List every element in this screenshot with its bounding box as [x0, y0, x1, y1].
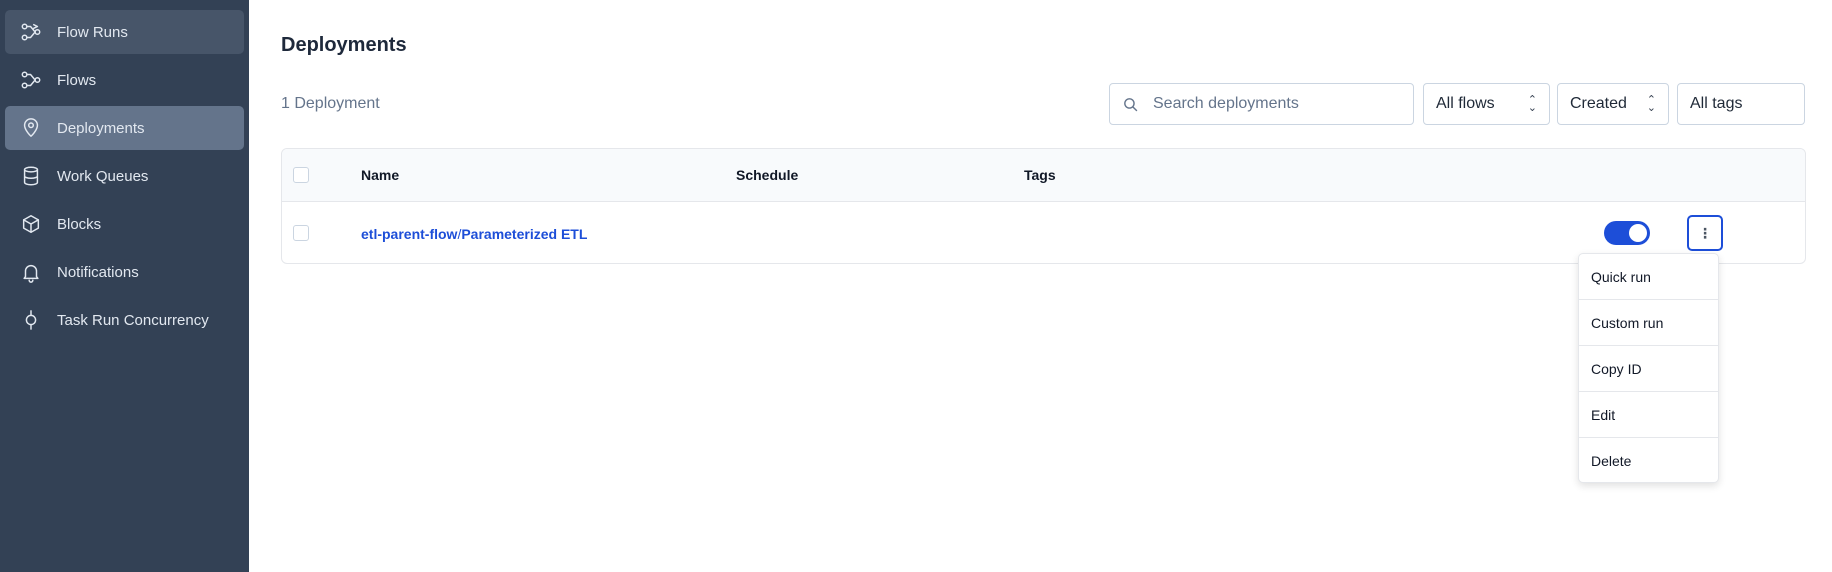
menu-item-quick-run[interactable]: Quick run [1579, 254, 1718, 300]
deployment-count: 1 Deployment [281, 95, 380, 112]
sidebar-item-flows[interactable]: Flows [5, 58, 244, 102]
search-box[interactable] [1109, 83, 1414, 125]
database-icon [19, 164, 43, 188]
deployment-name[interactable]: Parameterized ETL [461, 226, 587, 242]
location-pin-icon [19, 116, 43, 140]
tags-filter-input[interactable]: All tags [1677, 83, 1805, 125]
tags-filter-value: All tags [1690, 95, 1743, 112]
toggle-knob [1629, 224, 1647, 242]
deployment-link[interactable]: etl-parent-flow/Parameterized ETL [361, 226, 587, 242]
sidebar-item-label: Work Queues [57, 167, 149, 185]
menu-item-custom-run[interactable]: Custom run [1579, 300, 1718, 346]
sidebar-item-deployments[interactable]: Deployments [5, 106, 244, 150]
chevron-up-down-icon: ⌃ ⌄ [1646, 94, 1656, 114]
sidebar-item-label: Flow Runs [57, 23, 128, 41]
menu-item-edit[interactable]: Edit [1579, 392, 1718, 438]
sidebar-item-label: Notifications [57, 263, 139, 281]
column-header-schedule: Schedule [736, 167, 799, 183]
flow-name[interactable]: etl-parent-flow [361, 226, 457, 242]
sort-value: Created [1570, 95, 1627, 112]
menu-item-delete[interactable]: Delete [1579, 438, 1718, 484]
sidebar-item-work-queues[interactable]: Work Queues [5, 154, 244, 198]
search-icon [1124, 97, 1138, 111]
select-all-checkbox[interactable] [293, 167, 309, 183]
sidebar-item-flow-runs[interactable]: Flow Runs [5, 10, 244, 54]
table-row: etl-parent-flow/Parameterized ETL [282, 202, 1805, 263]
main-content: Deployments 1 Deployment All flows ⌃⌄ Cr… [249, 0, 1832, 572]
sort-select[interactable]: Created ⌃ ⌄ [1557, 83, 1669, 125]
sidebar: Flow Runs Flows Deployments Work Queues … [0, 0, 249, 572]
column-header-tags: Tags [1024, 167, 1056, 183]
sidebar-item-label: Blocks [57, 215, 102, 233]
sidebar-item-label: Deployments [57, 119, 145, 137]
flow-runs-icon [19, 20, 43, 44]
column-header-name: Name [361, 167, 400, 183]
concurrency-icon [19, 308, 43, 332]
flows-filter-select[interactable]: All flows ⌃ ⌄ [1423, 83, 1550, 125]
sidebar-item-blocks[interactable]: Blocks [5, 202, 244, 246]
actions-menu: Quick run Custom run Copy ID Edit Delete [1578, 253, 1719, 483]
menu-item-copy-id[interactable]: Copy ID [1579, 346, 1718, 392]
table-header: Name Schedule Tags [282, 149, 1805, 202]
row-checkbox[interactable] [293, 225, 309, 241]
sidebar-item-notifications[interactable]: Notifications [5, 250, 244, 294]
bell-icon [19, 260, 43, 284]
flows-icon [19, 68, 43, 92]
kebab-icon: ⋮ [1698, 225, 1712, 241]
sidebar-item-label: Task Run Concurrency [57, 311, 209, 329]
deployment-active-toggle[interactable] [1604, 221, 1650, 245]
more-actions-button[interactable]: ⋮ [1687, 215, 1723, 251]
flows-filter-value: All flows [1436, 95, 1495, 112]
search-input[interactable] [1153, 95, 1403, 113]
cube-icon [19, 212, 43, 236]
page-title: Deployments [281, 34, 407, 56]
sidebar-item-task-run-concurrency[interactable]: Task Run Concurrency [5, 298, 244, 342]
sidebar-item-label: Flows [57, 71, 97, 89]
deployments-table: Name Schedule Tags etl-parent-flow/Param… [281, 148, 1806, 264]
chevron-up-down-icon: ⌃ ⌄ [1527, 94, 1537, 114]
